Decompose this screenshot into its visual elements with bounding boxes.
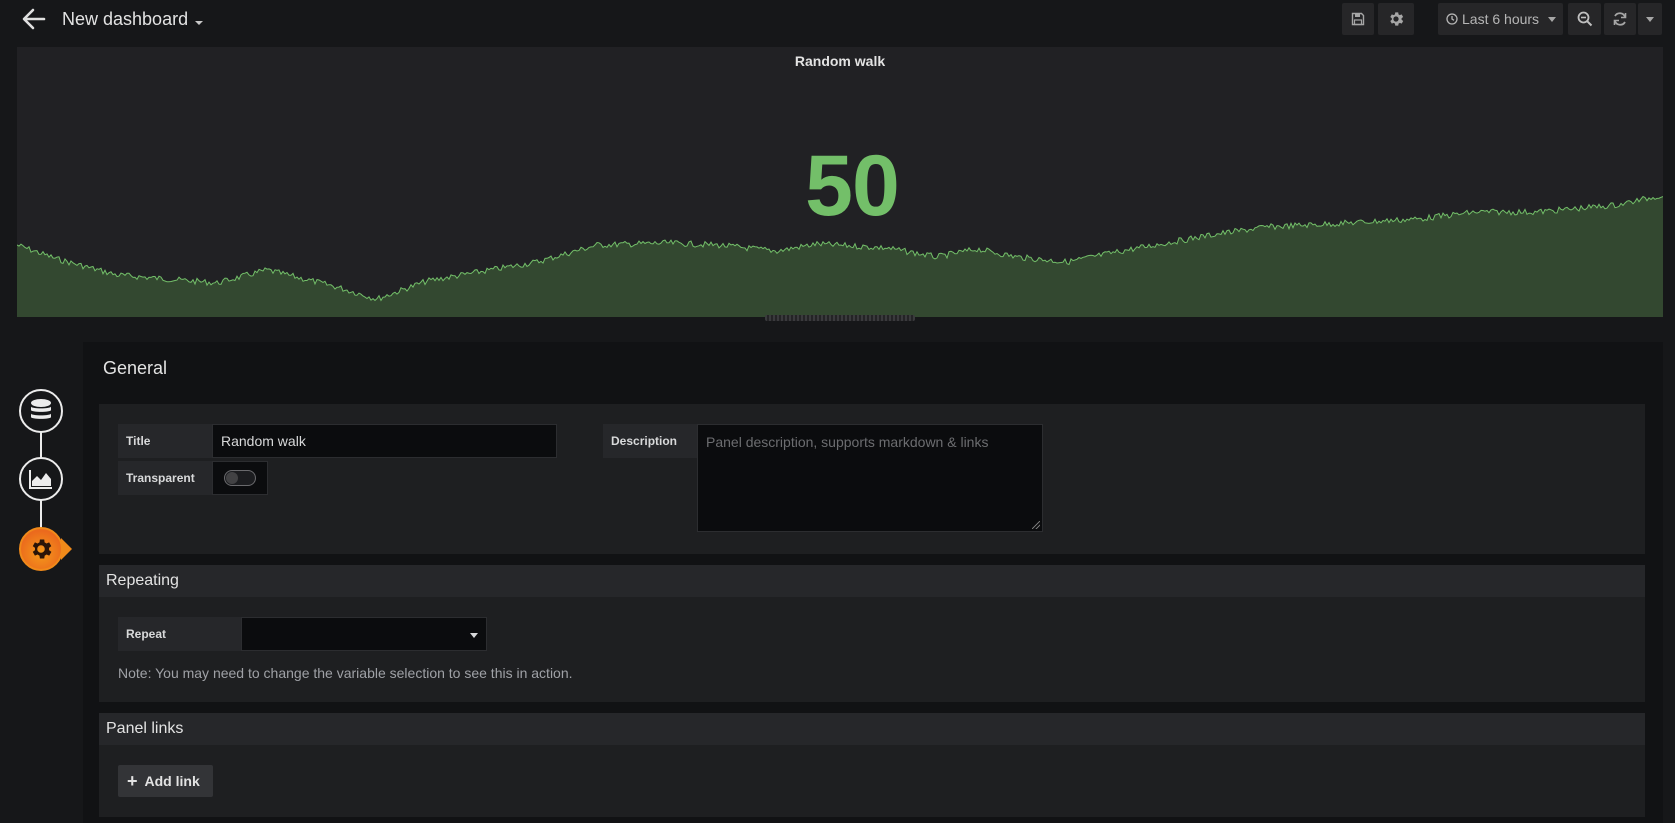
visualization-step-button[interactable] (19, 457, 63, 501)
back-button[interactable] (20, 6, 48, 32)
caret-down-icon (1548, 16, 1557, 22)
caret-down-icon[interactable] (195, 21, 203, 25)
refresh-icon (1613, 12, 1627, 26)
zoom-out-icon (1577, 11, 1592, 27)
add-link-label: Add link (144, 773, 200, 789)
gear-icon (1390, 12, 1404, 26)
panel-title[interactable]: Random walk (17, 53, 1663, 69)
repeating-box: Repeating Repeat Note: You may need to c… (99, 565, 1645, 702)
save-dashboard-button[interactable] (1342, 3, 1374, 35)
panel-links-box: Panel links + Add link (99, 713, 1645, 817)
panel-links-header: Panel links (99, 713, 1645, 745)
description-label: Description (603, 424, 697, 458)
toggle-knob (226, 472, 238, 484)
title-input[interactable]: Random walk (212, 424, 557, 458)
queries-step-button[interactable] (19, 389, 63, 433)
arrow-left-icon (22, 8, 46, 30)
area-chart-icon (29, 470, 52, 489)
time-range-label: Last 6 hours (1462, 11, 1540, 27)
general-step-button[interactable] (19, 527, 63, 571)
textarea-resize-grip[interactable] (1032, 521, 1040, 529)
active-step-pointer (61, 538, 72, 560)
dashboard-settings-button[interactable] (1378, 3, 1414, 35)
database-icon (31, 399, 51, 419)
gear-icon (32, 539, 52, 559)
repeat-select[interactable] (241, 617, 487, 651)
singlestat-panel[interactable]: Random walk 50 (17, 47, 1663, 317)
top-navbar: New dashboard Last 6 hours (0, 0, 1675, 40)
repeat-note: Note: You may need to change the variabl… (118, 665, 573, 681)
repeat-label: Repeat (118, 617, 241, 651)
repeating-heading: Repeating (106, 572, 179, 589)
general-options-box: Title Random walk Transparent Descriptio… (99, 404, 1645, 554)
panel-resize-handle[interactable] (765, 315, 915, 321)
dashboard-title[interactable]: New dashboard (62, 9, 188, 30)
zoom-out-button[interactable] (1568, 3, 1601, 35)
caret-down-icon (470, 633, 478, 638)
refresh-button[interactable] (1604, 3, 1636, 35)
add-link-button[interactable]: + Add link (118, 765, 213, 797)
panel-links-heading: Panel links (106, 720, 184, 737)
plus-icon: + (127, 770, 138, 791)
caret-down-icon (1646, 16, 1654, 22)
time-range-picker[interactable]: Last 6 hours (1438, 3, 1563, 35)
refresh-interval-dropdown[interactable] (1638, 3, 1662, 35)
description-textarea[interactable]: Panel description, supports markdown & l… (697, 424, 1043, 532)
transparent-toggle[interactable] (224, 470, 256, 486)
title-label: Title (118, 424, 212, 458)
clock-icon (1446, 13, 1458, 25)
transparent-field (212, 461, 268, 495)
transparent-label: Transparent (118, 461, 212, 495)
repeating-header: Repeating (99, 565, 1645, 597)
stat-value: 50 (805, 138, 900, 234)
panel-editor: General Title Random walk Transparent De… (83, 342, 1663, 823)
description-placeholder: Panel description, supports markdown & l… (706, 434, 989, 450)
save-icon (1351, 12, 1365, 26)
general-heading: General (103, 358, 168, 378)
